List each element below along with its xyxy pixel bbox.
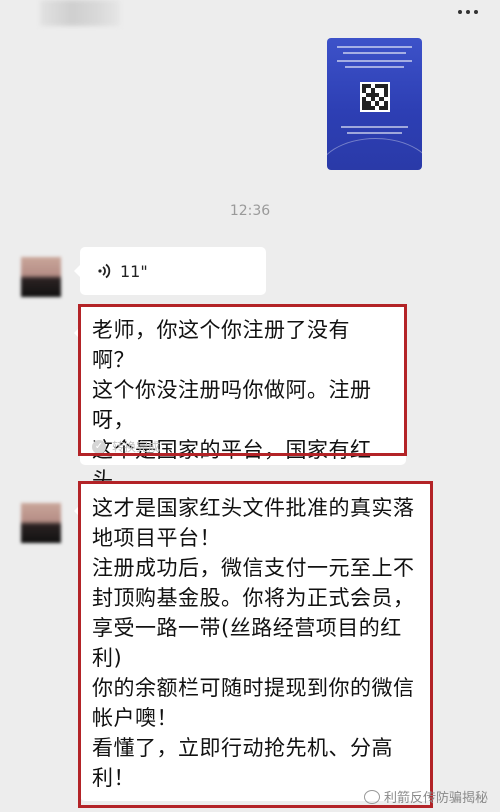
image-text-line [341, 126, 408, 128]
transcribe-status: ✓ 转换完成 [92, 438, 160, 455]
chat-title-blurred [40, 0, 120, 26]
transcribe-status-label: 转换完成 [112, 440, 161, 454]
image-message-thumbnail[interactable] [327, 38, 422, 170]
image-text-line [347, 132, 402, 134]
transcribed-text-bubble[interactable]: 老师，你这个你注册了没有啊？ 这个你没注册吗你做阿。注册呀， 这个是国家的平台，… [74, 305, 406, 522]
message-text: 这才是国家红头文件批准的真实落 地项目平台！ 注册成功后，微信支付一元至上不 封… [92, 496, 415, 790]
check-circle-icon: ✓ [92, 439, 106, 454]
watermark: 利箭反传防骗揭秘 [363, 787, 488, 806]
avatar[interactable] [21, 503, 61, 543]
voice-message-bubble[interactable]: 11" [74, 247, 266, 295]
more-dots-icon[interactable] [454, 5, 482, 19]
watermark-text: 利箭反传防骗揭秘 [383, 791, 488, 806]
image-decoration [327, 138, 422, 170]
avatar[interactable] [21, 257, 61, 297]
image-text-line [337, 60, 412, 62]
text-message-bubble[interactable]: 这才是国家红头文件批准的真实落 地项目平台！ 注册成功后，微信支付一元至上不 封… [74, 483, 431, 801]
voice-wave-icon [98, 263, 111, 279]
qr-code-icon [360, 82, 390, 112]
message-timestamp: 12:36 [229, 203, 271, 219]
top-bar [0, 0, 500, 30]
voice-duration: 11" [120, 261, 148, 281]
image-text-line [337, 46, 412, 48]
wechat-logo-icon [363, 789, 380, 804]
image-text-line [345, 66, 404, 68]
image-text-line [343, 52, 406, 54]
